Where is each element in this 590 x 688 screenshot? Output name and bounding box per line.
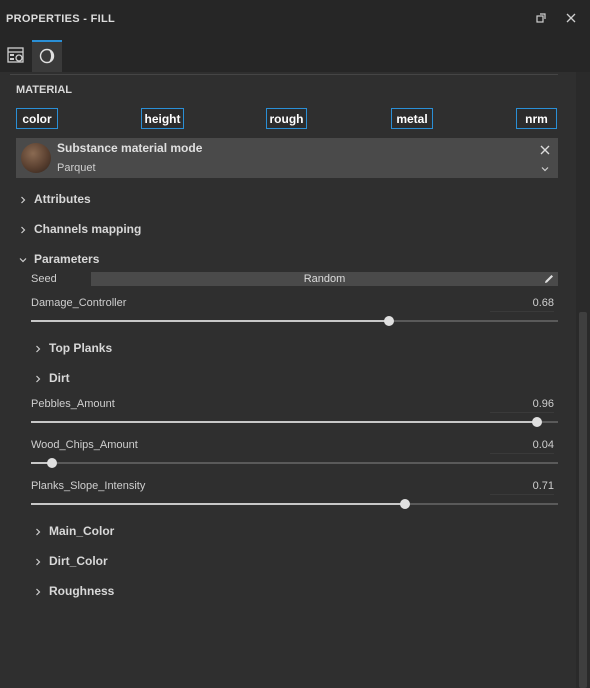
planks-slope-intensity-slider[interactable] (31, 499, 558, 509)
group-dirt[interactable]: Dirt (33, 371, 70, 385)
slider-fill (31, 320, 390, 322)
group-parameters[interactable]: Parameters (18, 252, 99, 266)
seed-label: Seed (31, 273, 57, 285)
channel-color-button[interactable]: color (16, 108, 58, 129)
group-top-planks[interactable]: Top Planks (33, 341, 112, 355)
damage-controller-value[interactable]: 0.68 (490, 297, 554, 312)
planks-slope-intensity-value[interactable]: 0.71 (490, 480, 554, 495)
divider (10, 74, 558, 75)
title-bar: PROPERTIES - FILL (0, 0, 590, 36)
scrollbar-thumb[interactable] (579, 312, 587, 688)
chevron-right-icon (33, 343, 43, 353)
wood-chips-amount-slider[interactable] (31, 458, 558, 468)
channel-height-button[interactable]: height (141, 108, 184, 129)
substance-mode-title: Substance material mode (57, 141, 203, 155)
channel-metal-button[interactable]: metal (391, 108, 433, 129)
pencil-icon[interactable] (543, 273, 555, 285)
undock-icon[interactable] (531, 8, 551, 28)
material-thumbnail (21, 143, 51, 173)
pebbles-amount-value[interactable]: 0.96 (490, 398, 554, 413)
chevron-down-icon (18, 254, 28, 264)
group-label: Top Planks (49, 341, 113, 355)
group-label: Dirt (49, 371, 70, 385)
seed-random-button[interactable]: Random (91, 272, 558, 286)
group-roughness[interactable]: Roughness (33, 584, 114, 598)
texture-set-settings-icon (7, 46, 25, 67)
chevron-down-icon[interactable] (540, 163, 550, 173)
group-label: Main_Color (49, 524, 115, 538)
group-label: Parameters (34, 252, 100, 266)
group-channels-mapping[interactable]: Channels mapping (18, 222, 141, 236)
wood-chips-amount-label: Wood_Chips_Amount (31, 439, 138, 451)
wood-chips-amount-value[interactable]: 0.04 (490, 439, 554, 454)
channel-rough-button[interactable]: rough (266, 108, 307, 129)
group-main-color[interactable]: Main_Color (33, 524, 114, 538)
seed-button-label: Random (303, 273, 346, 285)
material-section-label: MATERIAL (16, 84, 73, 96)
group-label: Roughness (49, 584, 115, 598)
group-attributes[interactable]: Attributes (18, 192, 91, 206)
tab-material[interactable] (32, 40, 62, 72)
chevron-right-icon (18, 194, 28, 204)
group-label: Channels mapping (34, 222, 142, 236)
close-icon[interactable] (561, 8, 581, 28)
pebbles-amount-label: Pebbles_Amount (31, 398, 115, 410)
damage-controller-slider[interactable] (31, 316, 558, 326)
tab-texture-set-settings[interactable] (1, 40, 31, 72)
group-dirt-color[interactable]: Dirt_Color (33, 554, 108, 568)
scrollbar[interactable] (576, 72, 590, 688)
substance-material-card[interactable]: Substance material mode Parquet (16, 138, 558, 178)
damage-controller-label: Damage_Controller (31, 297, 127, 309)
channel-nrm-button[interactable]: nrm (516, 108, 557, 129)
tab-bar (0, 36, 590, 72)
panel-title: PROPERTIES - FILL (6, 13, 115, 25)
chevron-right-icon (33, 373, 43, 383)
material-sphere-icon (39, 48, 55, 67)
slider-fill (31, 421, 537, 423)
remove-material-icon[interactable] (538, 143, 552, 157)
chevron-right-icon (33, 526, 43, 536)
pebbles-amount-slider[interactable] (31, 417, 558, 427)
group-label: Dirt_Color (49, 554, 108, 568)
chevron-right-icon (33, 556, 43, 566)
group-label: Attributes (34, 192, 91, 206)
chevron-right-icon (33, 586, 43, 596)
material-preset-name[interactable]: Parquet (57, 162, 96, 174)
slider-handle[interactable] (531, 417, 542, 427)
chevron-right-icon (18, 224, 28, 234)
planks-slope-intensity-label: Planks_Slope_Intensity (31, 480, 146, 492)
slider-fill (31, 503, 406, 505)
